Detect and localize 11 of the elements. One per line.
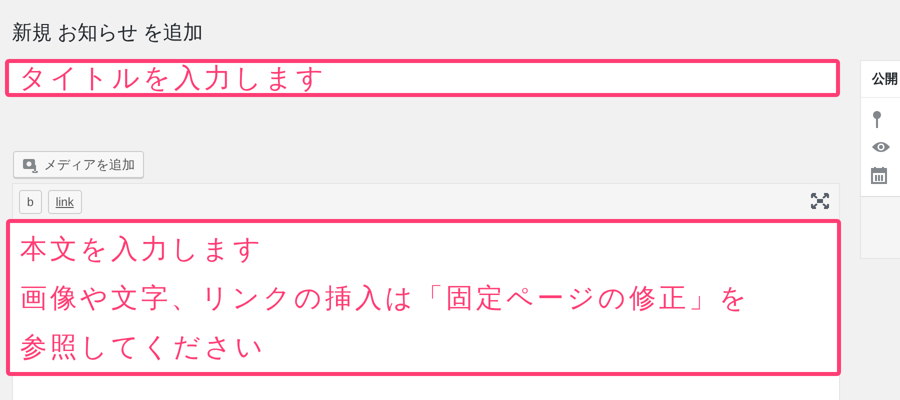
page-title: 新規 お知らせ を追加 bbox=[12, 21, 204, 46]
format-button[interactable]: link bbox=[48, 190, 82, 214]
format-button[interactable]: b bbox=[19, 190, 42, 214]
calendar-icon bbox=[871, 166, 887, 184]
eye-icon bbox=[871, 140, 891, 154]
add-media-button[interactable]: メディアを追加 bbox=[13, 151, 144, 178]
body-text: 本文を入力します 画像や文字、リンクの挿入は「固定ページの修正」を 参照してください bbox=[6, 219, 841, 376]
fullscreen-icon[interactable] bbox=[811, 193, 829, 209]
pin-icon bbox=[871, 110, 883, 128]
media-icon bbox=[22, 156, 40, 172]
panel-title: 公開 bbox=[872, 70, 898, 88]
